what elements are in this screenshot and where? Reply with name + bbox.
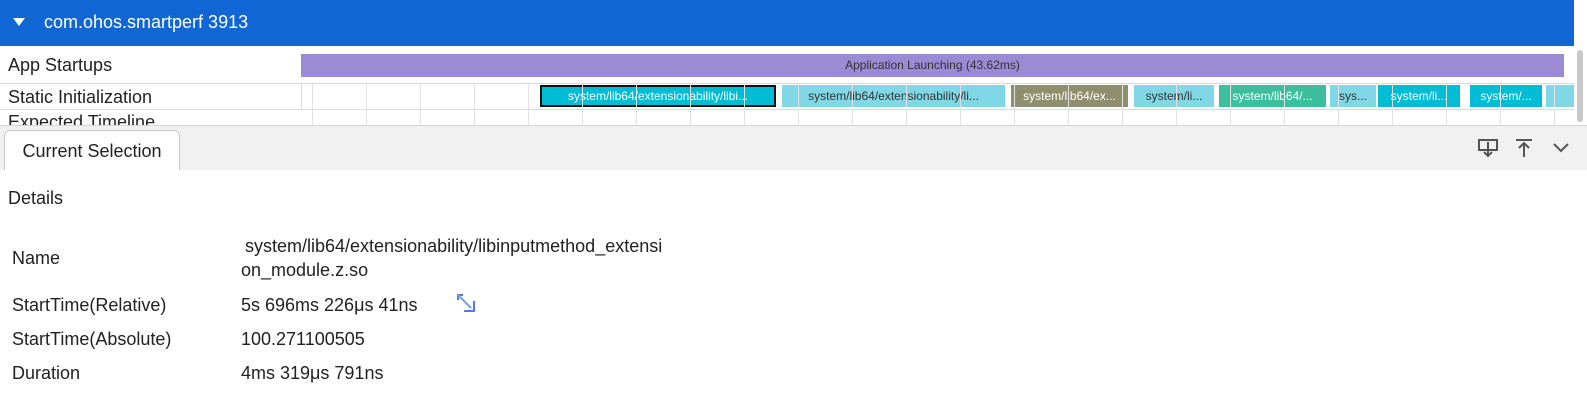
timeline: App Startups Application Launching (43.6… [0,46,1574,125]
start-relative-key: StartTime(Relative) [12,295,167,315]
grid-line [1176,84,1177,125]
grid-line [528,84,529,125]
grid-line [1230,84,1231,125]
grid-line [852,84,853,125]
duration-value: 4ms 319μs 791ns [241,363,384,383]
start-absolute-value: 100.271100505 [241,329,365,349]
grid-line [1122,84,1123,125]
slice-application-launching[interactable]: Application Launching (43.62ms) [301,54,1564,77]
static-init-slice[interactable] [1546,85,1574,107]
details-panel: Details Name system/lib64/extensionabili… [0,170,1587,401]
grid-line [1500,84,1501,125]
name-value-line1: system/lib64/extensionability/libinputme… [245,236,663,256]
static-init-slice[interactable]: system/lib64/extensionability/li... [782,85,1005,107]
expand-triangle-icon[interactable] [13,18,25,26]
static-init-slice[interactable]: system/lib64/ex... [1011,85,1128,107]
process-title: com.ohos.smartperf 3913 [44,12,249,32]
grid-line [582,84,583,125]
process-header[interactable]: com.ohos.smartperf 3913 [0,0,1587,46]
grid-line [744,84,745,125]
grid-line [1446,84,1447,125]
grid-line [798,84,799,125]
start-absolute-key: StartTime(Absolute) [12,329,172,349]
vertical-scrollbar[interactable] [1574,0,1587,125]
row-app-startups[interactable]: App Startups Application Launching (43.6… [0,46,1574,84]
start-relative-value: 5s 696ms 226μs 41ns [241,295,418,315]
grid-line [1068,84,1069,125]
row-label-app-startups: App Startups [8,55,113,75]
row-label-expected-timeline: Expected Timeline [8,112,156,125]
grid-line [1338,84,1339,125]
grid-line [1392,84,1393,125]
grid-line [906,84,907,125]
chevron-down-icon[interactable] [1551,134,1571,160]
details-title: Details [8,188,64,208]
name-key: Name [12,248,61,268]
static-init-slice[interactable]: system/... [1470,85,1542,107]
grid-line [1284,84,1285,125]
tab-current-selection[interactable]: Current Selection [4,130,180,172]
static-init-slice[interactable]: sys... [1330,85,1376,107]
grid-line [1014,84,1015,125]
duration-key: Duration [12,363,81,383]
grid-line [312,84,313,125]
grid-line [690,84,691,125]
static-init-slice[interactable]: system/li... [1378,85,1460,107]
static-init-track[interactable]: system/lib64/extensionability/libi... sys… [301,84,1574,109]
static-init-slice[interactable]: system/lib64/... [1219,85,1326,107]
download-icon[interactable] [1477,134,1499,160]
jump-link-icon[interactable] [455,292,477,314]
static-init-slice[interactable]: system/li... [1134,85,1214,107]
bottom-tab-bar: Current Selection [0,125,1587,172]
grid-line [474,84,475,125]
static-init-slice[interactable]: system/lib64/extensionability/libi... [540,85,776,107]
grid-line [1554,84,1555,125]
row-label-static-initialization: Static Initialization [8,87,153,107]
grid-line [366,84,367,125]
grid-line [960,84,961,125]
grid-line [636,84,637,125]
name-value-line2: on_module.z.so [241,260,369,280]
name-value: system/lib64/extensionability/libinputme… [241,234,663,282]
grid-line [420,84,421,125]
upload-top-icon[interactable] [1513,134,1535,160]
